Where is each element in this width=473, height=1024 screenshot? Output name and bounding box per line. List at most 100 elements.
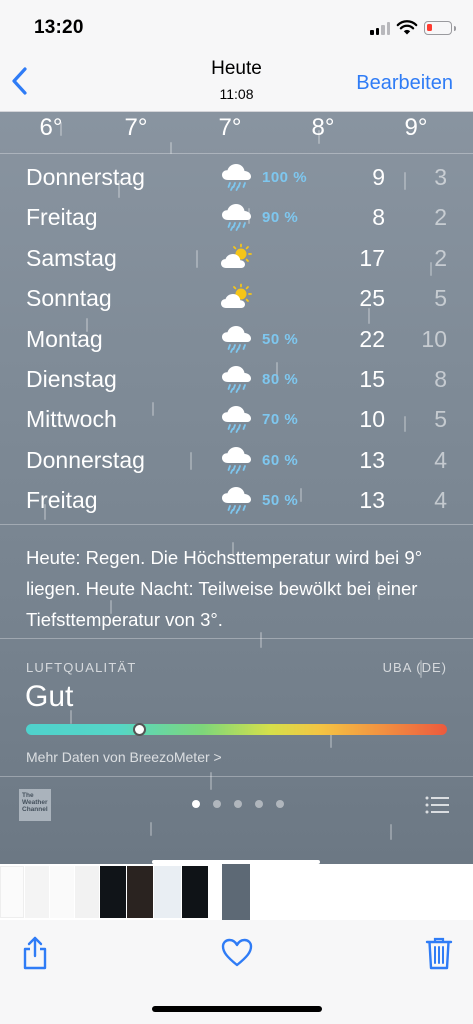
hourly-forecast: 6° 7° 7° 8° 9° bbox=[0, 112, 473, 154]
forecast-day-row: Donnerstag 100 % 9 3 bbox=[0, 158, 473, 198]
thumbnail[interactable] bbox=[75, 866, 99, 918]
low-temp: 5 bbox=[434, 285, 447, 312]
page-dot[interactable] bbox=[212, 800, 221, 808]
partly-sunny-icon bbox=[220, 243, 254, 273]
hour-temp: 7° bbox=[124, 114, 148, 141]
favorite-button[interactable] bbox=[221, 936, 253, 970]
thumbnail[interactable] bbox=[0, 866, 24, 918]
list-icon[interactable] bbox=[425, 796, 449, 814]
hour-temp: 9° bbox=[404, 114, 428, 141]
bottom-toolbar bbox=[0, 920, 473, 1024]
thumbnail[interactable] bbox=[25, 866, 49, 918]
low-temp: 5 bbox=[434, 406, 447, 433]
high-temp: 10 bbox=[359, 406, 385, 433]
precipitation-chance: 60 % bbox=[262, 451, 299, 469]
air-quality-label: LUFTQUALITÄT bbox=[26, 660, 137, 675]
cellular-signal-icon bbox=[370, 22, 390, 35]
divider bbox=[0, 776, 473, 777]
rain-cloud-icon bbox=[220, 445, 254, 475]
hour-temp: 7° bbox=[218, 114, 242, 141]
rain-cloud-icon bbox=[220, 202, 254, 232]
high-temp: 25 bbox=[359, 285, 385, 312]
nav-bar: Heute 11:08 Bearbeiten bbox=[0, 52, 473, 112]
page-indicator[interactable] bbox=[0, 800, 473, 808]
hour-temp: 6° bbox=[39, 114, 63, 141]
status-time: 13:20 bbox=[34, 17, 84, 38]
forecast-day-row: Dienstag 80 % 15 8 bbox=[0, 360, 473, 400]
day-name: Mittwoch bbox=[26, 406, 117, 433]
high-temp: 9 bbox=[372, 164, 385, 190]
high-temp: 13 bbox=[359, 446, 385, 473]
status-bar: 13:20 bbox=[0, 0, 473, 52]
wifi-icon bbox=[396, 20, 418, 35]
high-temp: 8 bbox=[372, 204, 385, 231]
precipitation-chance: 70 % bbox=[262, 411, 299, 429]
home-indicator bbox=[152, 1006, 322, 1012]
thumbnail[interactable] bbox=[50, 866, 74, 918]
delete-button[interactable] bbox=[425, 936, 453, 970]
high-temp: 22 bbox=[359, 325, 385, 352]
low-temp: 4 bbox=[434, 487, 447, 514]
precipitation-chance: 100 % bbox=[262, 169, 308, 186]
high-temp: 17 bbox=[359, 244, 385, 271]
forecast-day-row: Donnerstag 60 % 13 4 bbox=[0, 441, 473, 481]
day-name: Donnerstag bbox=[26, 164, 145, 190]
high-temp: 13 bbox=[359, 487, 385, 514]
rain-cloud-icon bbox=[220, 485, 254, 515]
high-temp: 15 bbox=[359, 366, 385, 392]
precipitation-chance: 50 % bbox=[262, 492, 299, 510]
page-dot[interactable] bbox=[191, 800, 200, 808]
precipitation-chance: 90 % bbox=[262, 209, 299, 227]
day-name: Freitag bbox=[26, 204, 98, 231]
rain-cloud-icon bbox=[220, 404, 254, 434]
page-dot[interactable] bbox=[275, 800, 284, 808]
low-temp: 2 bbox=[434, 244, 447, 271]
low-temp: 2 bbox=[434, 204, 447, 231]
day-name: Freitag bbox=[26, 487, 98, 514]
hour-temp: 8° bbox=[311, 114, 335, 141]
thumbnail-selected[interactable] bbox=[222, 864, 250, 920]
divider bbox=[0, 524, 473, 525]
precipitation-chance: 50 % bbox=[262, 330, 299, 348]
partly-sunny-icon bbox=[220, 283, 254, 313]
precipitation-chance: 80 % bbox=[262, 371, 299, 388]
page-dot[interactable] bbox=[233, 800, 242, 808]
low-temp: 4 bbox=[434, 446, 447, 473]
air-quality-scale bbox=[26, 724, 447, 735]
page-dot[interactable] bbox=[254, 800, 263, 808]
weather-screenshot[interactable]: 6° 7° 7° 8° 9° Donnerstag 100 % 9 3 Freitag 9… bbox=[0, 112, 473, 864]
day-name: Sonntag bbox=[26, 285, 112, 312]
forecast-day-row: Mittwoch 70 % 10 5 bbox=[0, 400, 473, 440]
share-button[interactable] bbox=[20, 936, 50, 970]
day-name: Montag bbox=[26, 325, 103, 352]
thumbnail[interactable] bbox=[100, 866, 126, 918]
rain-cloud-icon bbox=[220, 364, 254, 394]
raindrop bbox=[150, 822, 152, 836]
forecast-day-row: Samstag 17 2 bbox=[0, 239, 473, 279]
breezometer-link[interactable]: Mehr Daten von BreezoMeter > bbox=[26, 749, 222, 765]
thumbnail[interactable] bbox=[154, 866, 181, 918]
edit-button[interactable]: Bearbeiten bbox=[356, 72, 453, 95]
thumbnail-strip[interactable] bbox=[0, 860, 473, 920]
raindrop bbox=[390, 824, 392, 840]
day-name: Dienstag bbox=[26, 366, 117, 392]
forecast-day-row: Montag 50 % 22 10 bbox=[0, 320, 473, 360]
low-temp: 8 bbox=[434, 366, 447, 392]
weather-summary: Heute: Regen. Die Höchsttemperatur wird … bbox=[26, 547, 423, 630]
day-name: Donnerstag bbox=[26, 446, 145, 473]
battery-icon bbox=[424, 21, 456, 35]
forecast-day-row: Sonntag 25 5 bbox=[0, 279, 473, 319]
air-quality-source: UBA (DE) bbox=[382, 660, 447, 675]
raindrop bbox=[210, 772, 212, 790]
low-temp: 3 bbox=[434, 164, 447, 190]
forecast-day-row: Freitag 90 % 8 2 bbox=[0, 198, 473, 238]
rain-cloud-icon bbox=[220, 324, 254, 354]
low-temp: 10 bbox=[421, 325, 447, 352]
forecast-day-row: Freitag 50 % 13 4 bbox=[0, 481, 473, 521]
divider bbox=[0, 638, 473, 639]
thumbnail[interactable] bbox=[127, 866, 153, 918]
rain-cloud-icon bbox=[220, 162, 254, 192]
thumbnail[interactable] bbox=[182, 866, 208, 918]
air-quality-value: Gut bbox=[25, 680, 74, 713]
day-name: Samstag bbox=[26, 244, 117, 271]
